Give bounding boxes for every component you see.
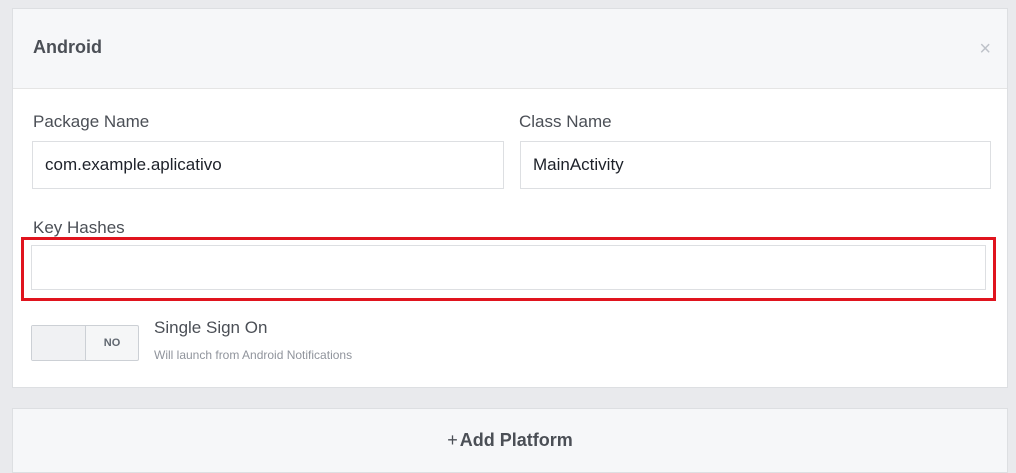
panel-title: Android — [33, 37, 102, 57]
key-hashes-input[interactable] — [31, 245, 986, 290]
single-sign-on-title: Single Sign On — [154, 318, 268, 337]
single-sign-on-toggle[interactable]: NO — [31, 325, 139, 361]
plus-icon: + — [447, 430, 458, 450]
package-name-label: Package Name — [33, 112, 150, 131]
close-icon[interactable]: × — [979, 39, 991, 59]
class-name-input[interactable] — [520, 141, 991, 189]
add-platform-button[interactable]: + Add Platform — [12, 408, 1008, 473]
toggle-knob — [32, 326, 86, 360]
panel-header: Android × — [13, 9, 1007, 89]
add-platform-label: Add Platform — [459, 430, 573, 450]
key-hashes-label: Key Hashes — [33, 218, 125, 237]
class-name-label: Class Name — [519, 112, 612, 131]
single-sign-on-subtitle: Will launch from Android Notifications — [154, 348, 353, 362]
package-name-input[interactable] — [32, 141, 504, 189]
toggle-state-label: NO — [103, 337, 121, 349]
key-hashes-highlight — [21, 237, 996, 301]
